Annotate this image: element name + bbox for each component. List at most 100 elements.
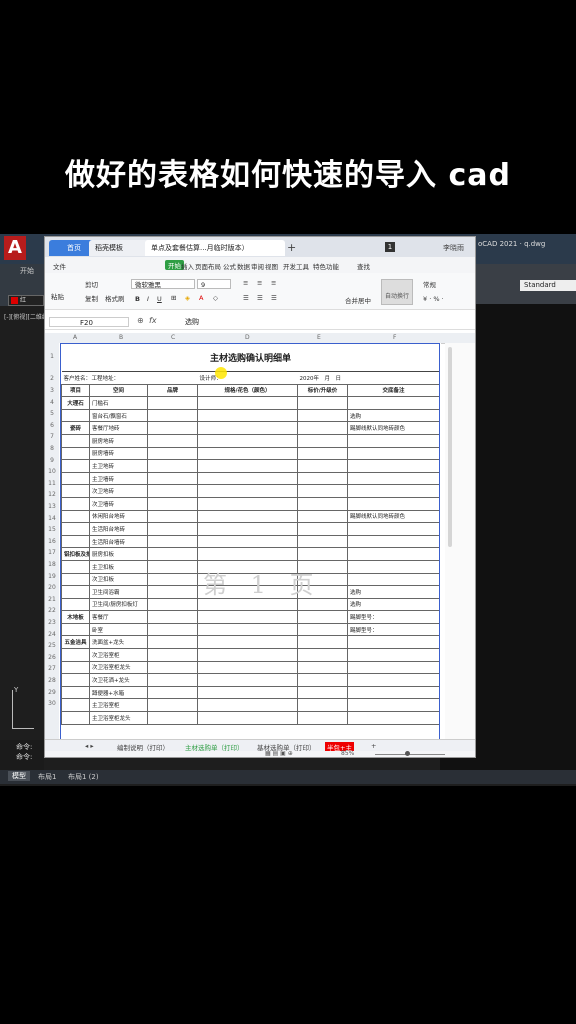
cad-tab-model[interactable]: 模型 xyxy=(8,771,30,781)
cell-name-box[interactable]: F20 xyxy=(49,317,129,327)
row-header[interactable]: 19 xyxy=(45,573,59,580)
format-painter-button[interactable]: 格式刷 xyxy=(105,293,125,303)
align-center-icon[interactable]: ☰ xyxy=(257,294,263,302)
clear-icon[interactable]: ◇ xyxy=(213,294,218,302)
border-icon[interactable]: ⊞ xyxy=(171,294,176,302)
underline-icon[interactable]: U xyxy=(157,295,162,303)
menu-page-layout[interactable]: 页面布局 xyxy=(195,261,221,271)
column-header[interactable]: E xyxy=(317,334,321,341)
row-header[interactable]: 7 xyxy=(45,433,59,440)
row-header[interactable]: 16 xyxy=(45,538,59,545)
align-left-icon[interactable]: ☰ xyxy=(243,294,249,302)
row-header[interactable]: 15 xyxy=(45,526,59,533)
row-header[interactable]: 22 xyxy=(45,607,59,614)
bold-icon[interactable]: B xyxy=(135,295,140,303)
tab-active-workbook[interactable]: 单点及套餐估算...月临时版本） xyxy=(145,240,285,256)
row-header[interactable]: 1 xyxy=(45,353,59,360)
page-watermark: 第 1 页 xyxy=(203,571,322,599)
column-header[interactable]: A xyxy=(73,334,77,341)
menu-insert[interactable]: 插入 xyxy=(181,261,194,271)
wps-spreadsheet-window: 首页 稻壳模板 单点及套餐估算...月临时版本） + 1 李晓雨 文件 开始 插… xyxy=(44,236,476,758)
ucs-y-label: Y xyxy=(14,686,19,694)
align-middle-icon[interactable]: ≡ xyxy=(257,279,262,287)
row-header[interactable]: 2 xyxy=(45,375,59,382)
menu-view[interactable]: 视图 xyxy=(265,261,278,271)
cad-text-style-select[interactable]: Standard xyxy=(520,280,576,291)
copy-button[interactable]: 复制 xyxy=(85,293,98,303)
row-header[interactable]: 5 xyxy=(45,410,59,417)
font-size-select[interactable]: 9 xyxy=(197,279,231,289)
formula-input[interactable]: 选购 xyxy=(185,317,199,327)
row-header[interactable]: 18 xyxy=(45,561,59,568)
cad-tab-layout1-2[interactable]: 布局1 (2) xyxy=(68,772,99,782)
merge-center-button[interactable]: 合并居中 xyxy=(345,295,371,305)
user-name[interactable]: 李晓雨 xyxy=(443,243,464,253)
row-header[interactable]: 3 xyxy=(45,387,59,394)
row-header[interactable]: 4 xyxy=(45,399,59,406)
view-mode-icons[interactable]: ▦ ▤ ▣ ⊕ xyxy=(265,750,293,757)
row-header[interactable]: 29 xyxy=(45,689,59,696)
row-header[interactable]: 27 xyxy=(45,665,59,672)
cad-layer-color-select[interactable]: 红 xyxy=(8,295,44,306)
print-page-border xyxy=(60,343,440,739)
ucs-x-axis-icon xyxy=(12,728,34,729)
menu-file[interactable]: 文件 xyxy=(53,261,66,271)
cad-tab-layout1[interactable]: 布局1 xyxy=(38,772,56,782)
row-header[interactable]: 30 xyxy=(45,700,59,707)
row-header[interactable]: 23 xyxy=(45,619,59,626)
row-headers: 1 2 3 4 5 6 7 8 9 10 11 12 13 14 15 16 17 18 19 20 21 22 23 24 2… xyxy=(45,343,60,739)
align-bottom-icon[interactable]: ≡ xyxy=(271,279,276,287)
wrap-text-button[interactable]: 自动换行 xyxy=(381,279,413,305)
menu-search[interactable]: 查找 xyxy=(357,261,370,271)
row-header[interactable]: 28 xyxy=(45,677,59,684)
tab-templates[interactable]: 稻壳模板 xyxy=(89,240,153,256)
zoom-level[interactable]: 85% xyxy=(341,750,354,757)
font-family-select[interactable]: 微软雅黑 xyxy=(131,279,195,289)
row-header[interactable]: 17 xyxy=(45,549,59,556)
cut-button[interactable]: 剪切 xyxy=(85,279,98,289)
column-header[interactable]: C xyxy=(171,334,175,341)
scrollbar-thumb[interactable] xyxy=(448,347,452,547)
align-top-icon[interactable]: ≡ xyxy=(243,279,248,287)
column-header[interactable]: F xyxy=(393,334,396,341)
formula-bar: F20 ⊕ fx 选购 xyxy=(45,315,475,330)
menu-review[interactable]: 审阅 xyxy=(251,261,264,271)
align-right-icon[interactable]: ☰ xyxy=(271,294,277,302)
zoom-slider[interactable] xyxy=(375,754,445,755)
paste-button[interactable]: 粘贴 xyxy=(51,291,64,301)
column-header[interactable]: B xyxy=(119,334,123,341)
currency-percent-buttons[interactable]: ¥ · % · xyxy=(423,295,444,303)
row-header[interactable]: 25 xyxy=(45,642,59,649)
cad-ribbon-tab-home[interactable]: 开始 xyxy=(20,266,34,276)
italic-icon[interactable]: I xyxy=(147,295,149,303)
status-bar: ▦ ▤ ▣ ⊕ 85% xyxy=(45,750,475,757)
row-header[interactable]: 10 xyxy=(45,468,59,475)
zoom-search-icon[interactable]: ⊕ xyxy=(137,316,144,325)
row-header[interactable]: 8 xyxy=(45,445,59,452)
menu-formulas[interactable]: 公式 xyxy=(223,261,236,271)
add-sheet-icon[interactable]: + xyxy=(371,742,376,750)
row-header[interactable]: 20 xyxy=(45,584,59,591)
fill-color-icon[interactable]: ◈ xyxy=(185,294,190,302)
row-header[interactable]: 26 xyxy=(45,654,59,661)
autocad-logo-icon[interactable]: A xyxy=(4,236,26,260)
menu-features[interactable]: 特色功能 xyxy=(313,261,339,271)
fx-icon[interactable]: fx xyxy=(149,316,157,325)
row-header[interactable]: 9 xyxy=(45,457,59,464)
menu-data[interactable]: 数据 xyxy=(237,261,250,271)
menu-developer[interactable]: 开发工具 xyxy=(283,261,309,271)
row-header[interactable]: 13 xyxy=(45,503,59,510)
row-header[interactable]: 11 xyxy=(45,480,59,487)
cad-command-line: 命令: xyxy=(16,743,33,751)
row-header[interactable]: 14 xyxy=(45,515,59,522)
font-color-icon[interactable]: A xyxy=(199,294,203,302)
new-tab-button[interactable]: + xyxy=(281,240,302,256)
row-header[interactable]: 6 xyxy=(45,422,59,429)
column-header[interactable]: D xyxy=(245,334,250,341)
row-header[interactable]: 12 xyxy=(45,491,59,498)
number-format-select[interactable]: 常规 xyxy=(423,279,436,289)
row-header[interactable]: 21 xyxy=(45,596,59,603)
row-header[interactable]: 24 xyxy=(45,631,59,638)
zoom-slider-handle[interactable] xyxy=(405,751,410,756)
sheet-nav-icon[interactable]: ◂ ▸ xyxy=(85,742,94,750)
